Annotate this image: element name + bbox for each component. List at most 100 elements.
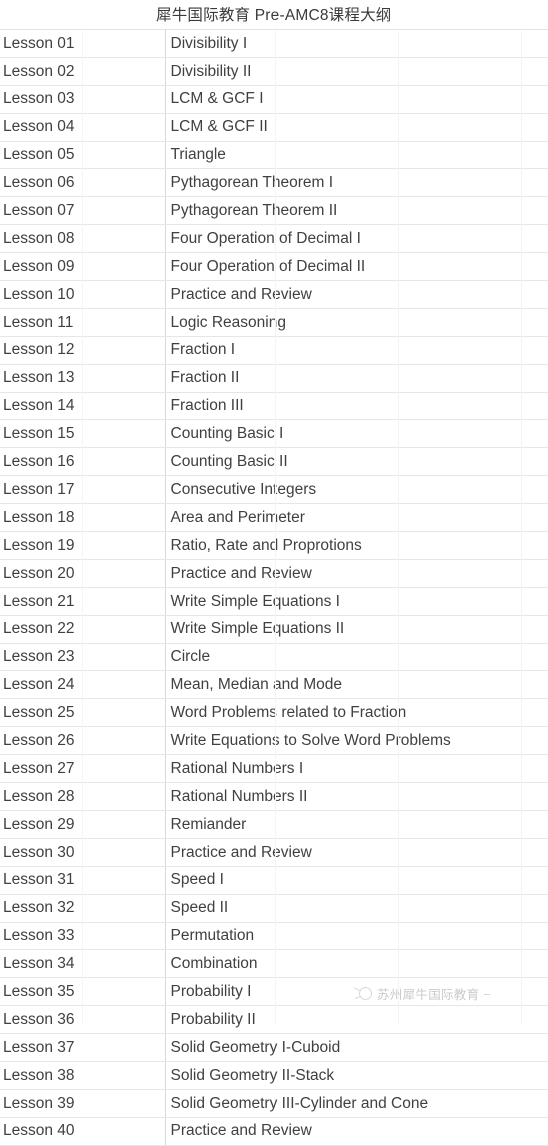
lesson-number-cell: Lesson 08 (0, 224, 166, 254)
lesson-number-cell: Lesson 39 (0, 1089, 166, 1118)
table-row: Lesson 27 Rational Numbers I (0, 754, 548, 784)
lesson-topic-cell: Pythagorean Theorem II (165, 196, 548, 226)
lesson-topic-cell: Practice and Review (165, 280, 548, 309)
table-row: Lesson 29 Remiander (0, 810, 548, 839)
table-row: Lesson 24 Mean, Median and Mode (0, 670, 548, 700)
lesson-topic-cell: LCM & GCF I (165, 85, 548, 114)
lesson-number-cell: Lesson 20 (0, 559, 166, 588)
page-title: 犀牛国际教育 Pre-AMC8课程大纲 (0, 0, 548, 30)
lesson-number-cell: Lesson 01 (0, 29, 166, 58)
lesson-number-cell: Lesson 11 (0, 308, 166, 337)
lesson-number-cell: Lesson 29 (0, 810, 166, 839)
table-row: Lesson 30 Practice and Review (0, 838, 548, 867)
table-title-row: 犀牛国际教育 Pre-AMC8课程大纲 (0, 0, 548, 30)
lesson-number-cell: Lesson 21 (0, 587, 166, 616)
lesson-topic-cell: Combination (165, 949, 548, 979)
lesson-number-cell: Lesson 19 (0, 531, 166, 560)
lesson-topic-cell: Solid Geometry III-Cylinder and Cone (165, 1089, 548, 1118)
lesson-topic-cell: Solid Geometry I-Cuboid (165, 1033, 548, 1062)
table-row: Lesson 14 Fraction III (0, 392, 548, 421)
lesson-topic-cell: Speed II (165, 894, 548, 923)
table-row: Lesson 18 Area and Perimeter (0, 503, 548, 533)
lesson-number-cell: Lesson 18 (0, 503, 166, 533)
lesson-topic-cell: Write Equations to Solve Word Problems (165, 726, 548, 756)
lesson-number-cell: Lesson 03 (0, 85, 166, 114)
table-row: Lesson 40 Practice and Review (0, 1117, 548, 1146)
lesson-number-cell: Lesson 22 (0, 615, 166, 644)
lesson-topic-cell: Divisibility II (165, 57, 548, 86)
lesson-number-cell: Lesson 31 (0, 866, 166, 895)
lesson-number-cell: Lesson 26 (0, 726, 166, 756)
lesson-number-cell: Lesson 16 (0, 447, 166, 477)
lesson-topic-cell: Rational Numbers I (165, 754, 548, 784)
table-row: Lesson 04 LCM & GCF II (0, 113, 548, 142)
lesson-topic-cell: Counting Basic I (165, 419, 548, 449)
lesson-number-cell: Lesson 37 (0, 1033, 166, 1062)
lesson-topic-cell: Practice and Review (165, 1117, 548, 1146)
lesson-number-cell: Lesson 12 (0, 336, 166, 365)
table-row: Lesson 12 Fraction I (0, 336, 548, 365)
lesson-number-cell: Lesson 05 (0, 141, 166, 170)
table-row: Lesson 35 Probability I (0, 977, 548, 1007)
lesson-topic-cell: Solid Geometry II-Stack (165, 1061, 548, 1090)
lesson-number-cell: Lesson 35 (0, 977, 166, 1007)
lesson-topic-cell: Fraction I (165, 336, 548, 365)
table-row: Lesson 37 Solid Geometry I-Cuboid (0, 1033, 548, 1062)
lesson-topic-cell: Word Problems related to Fraction (165, 698, 548, 728)
lesson-number-cell: Lesson 07 (0, 196, 166, 226)
table-row: Lesson 25 Word Problems related to Fracti… (0, 698, 548, 728)
lesson-topic-cell: Pythagorean Theorem I (165, 168, 548, 198)
lesson-number-cell: Lesson 27 (0, 754, 166, 784)
table-row: Lesson 39 Solid Geometry III-Cylinder and… (0, 1089, 548, 1118)
table-row: Lesson 01 Divisibility I (0, 29, 548, 58)
lesson-number-cell: Lesson 04 (0, 113, 166, 142)
lesson-topic-cell: Triangle (165, 141, 548, 170)
lesson-topic-cell: Fraction II (165, 364, 548, 393)
lesson-number-cell: Lesson 17 (0, 475, 166, 505)
lesson-topic-cell: Practice and Review (165, 559, 548, 588)
lesson-number-cell: Lesson 06 (0, 168, 166, 198)
table-row: Lesson 31 Speed I (0, 866, 548, 895)
table-row: Lesson 23 Circle (0, 643, 548, 672)
lesson-topic-cell: Divisibility I (165, 29, 548, 58)
lesson-topic-cell: Probability I (165, 977, 548, 1007)
table-row: Lesson 38 Solid Geometry II-Stack (0, 1061, 548, 1090)
lesson-number-cell: Lesson 24 (0, 670, 166, 700)
table-row: Lesson 33 Permutation (0, 922, 548, 951)
lesson-number-cell: Lesson 14 (0, 392, 166, 421)
lesson-topic-cell: Fraction III (165, 392, 548, 421)
lesson-topic-cell: Speed I (165, 866, 548, 895)
lesson-topic-cell: Consecutive Integers (165, 475, 548, 505)
table-row: Lesson 03 LCM & GCF I (0, 85, 548, 114)
table-row: Lesson 10 Practice and Review (0, 280, 548, 309)
table-row: Lesson 20 Practice and Review (0, 559, 548, 588)
table-row: Lesson 05 Triangle (0, 141, 548, 170)
lesson-number-cell: Lesson 28 (0, 782, 166, 811)
table-row: Lesson 09 Four Operation of Decimal II (0, 252, 548, 282)
lesson-number-cell: Lesson 40 (0, 1117, 166, 1146)
syllabus-table: 犀牛国际教育 Pre-AMC8课程大纲 Lesson 01 Divisibilit… (0, 0, 548, 1146)
table-row: Lesson 22 Write Simple Equations II (0, 615, 548, 644)
lesson-number-cell: Lesson 13 (0, 364, 166, 393)
lesson-topic-cell: Write Simple Equations I (165, 587, 548, 616)
lesson-topic-cell: Permutation (165, 922, 548, 951)
table-row: Lesson 06 Pythagorean Theorem I (0, 168, 548, 198)
table-row: Lesson 07 Pythagorean Theorem II (0, 196, 548, 226)
table-row: Lesson 26 Write Equations to Solve Word P… (0, 726, 548, 756)
table-row: Lesson 15 Counting Basic I (0, 419, 548, 449)
table-row: Lesson 36 Probability II (0, 1005, 548, 1035)
table-row: Lesson 28 Rational Numbers II (0, 782, 548, 811)
lesson-number-cell: Lesson 25 (0, 698, 166, 728)
lesson-topic-cell: Logic Reasoning (165, 308, 548, 337)
table-row: Lesson 19 Ratio, Rate and Proprotions (0, 531, 548, 560)
lesson-number-cell: Lesson 02 (0, 57, 166, 86)
lesson-topic-cell: Remiander (165, 810, 548, 839)
table-row: Lesson 02 Divisibility II (0, 57, 548, 86)
lesson-topic-cell: Four Operation of Decimal II (165, 252, 548, 282)
lesson-number-cell: Lesson 34 (0, 949, 166, 979)
lesson-number-cell: Lesson 32 (0, 894, 166, 923)
lesson-topic-cell: Counting Basic II (165, 447, 548, 477)
table-row: Lesson 08 Four Operation of Decimal I (0, 224, 548, 254)
table-row: Lesson 16 Counting Basic II (0, 447, 548, 477)
lesson-number-cell: Lesson 09 (0, 252, 166, 282)
